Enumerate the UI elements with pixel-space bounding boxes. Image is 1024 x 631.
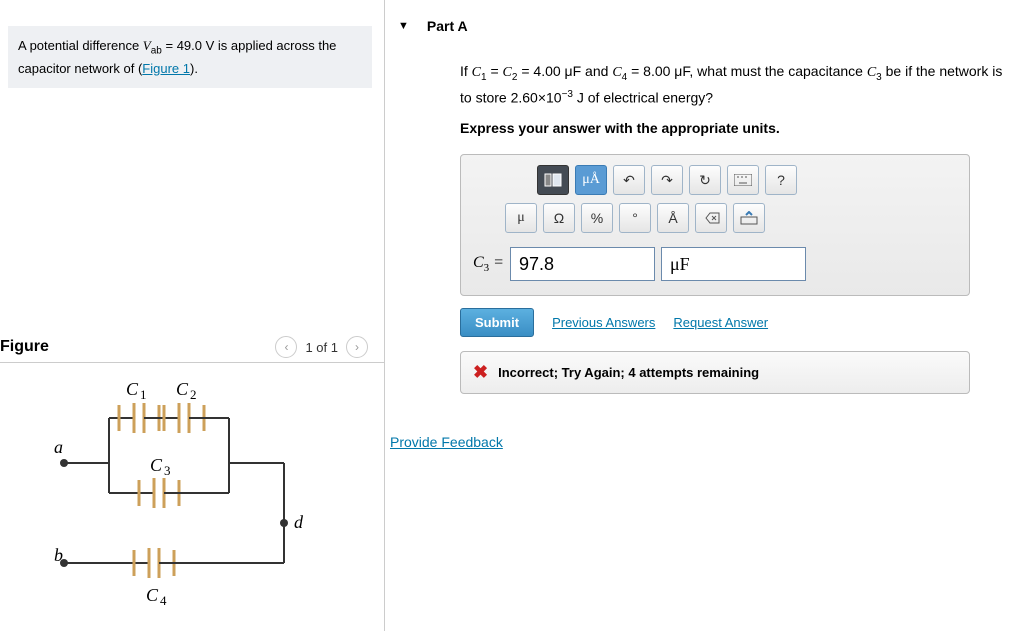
submit-button[interactable]: Submit <box>460 308 534 337</box>
incorrect-x-icon: ✖ <box>473 362 488 383</box>
percent-symbol-button[interactable]: % <box>581 203 613 233</box>
feedback-text: Incorrect; Try Again; 4 attempts remaini… <box>498 365 759 380</box>
backspace-button[interactable] <box>695 203 727 233</box>
reset-button[interactable]: ↻ <box>689 165 721 195</box>
svg-text:3: 3 <box>164 463 171 478</box>
figure-page-count: 1 of 1 <box>305 340 338 355</box>
figure-next-button[interactable]: › <box>346 336 368 358</box>
previous-answers-link[interactable]: Previous Answers <box>552 315 655 330</box>
svg-text:C: C <box>146 585 159 605</box>
svg-text:C: C <box>150 455 163 475</box>
answer-lhs: C3 = <box>473 254 504 274</box>
figure-title: Figure <box>0 338 49 356</box>
template-tool-button[interactable] <box>537 165 569 195</box>
answer-units-input[interactable] <box>661 247 806 281</box>
svg-text:4: 4 <box>160 593 167 608</box>
svg-text:1: 1 <box>140 387 147 402</box>
keyboard-toggle-button[interactable] <box>733 203 765 233</box>
part-label: Part A <box>427 18 468 34</box>
mu-symbol-button[interactable]: μ <box>505 203 537 233</box>
svg-text:d: d <box>294 512 304 532</box>
triangle-down-icon: ▼ <box>398 20 409 32</box>
problem-statement: A potential difference Vab = 49.0 V is a… <box>8 26 372 88</box>
omega-symbol-button[interactable]: Ω <box>543 203 575 233</box>
part-a-header[interactable]: ▼ Part A <box>390 12 1024 40</box>
var-sub: ab <box>151 46 162 57</box>
help-button[interactable]: ? <box>765 165 797 195</box>
degree-symbol-button[interactable]: ° <box>619 203 651 233</box>
circuit-diagram: .w { stroke:#333; stroke-width:2; fill:n… <box>24 383 324 613</box>
feedback-message: ✖ Incorrect; Try Again; 4 attempts remai… <box>460 351 970 394</box>
provide-feedback-link[interactable]: Provide Feedback <box>390 434 503 450</box>
request-answer-link[interactable]: Request Answer <box>673 315 768 330</box>
keyboard-icon <box>734 174 752 186</box>
redo-button[interactable]: ↷ <box>651 165 683 195</box>
units-tool-button[interactable]: μÅ <box>575 165 607 195</box>
var: V <box>143 38 151 53</box>
keyboard-button[interactable] <box>727 165 759 195</box>
question-text: If C1 = C2 = 4.00 μF and C4 = 8.00 μF, w… <box>460 60 1016 110</box>
text: ). <box>190 61 198 76</box>
answer-entry-box: μÅ ↶ ↷ ↻ ? μ Ω % ° Å <box>460 154 970 296</box>
svg-text:b: b <box>54 545 63 565</box>
svg-text:C: C <box>176 383 189 399</box>
svg-text:C: C <box>126 383 139 399</box>
backspace-icon <box>702 212 720 224</box>
figure-link[interactable]: Figure 1 <box>142 61 190 76</box>
answer-value-input[interactable] <box>510 247 655 281</box>
keyboard-up-icon <box>740 211 758 225</box>
svg-text:a: a <box>54 437 63 457</box>
text: A potential difference <box>18 38 143 53</box>
angstrom-symbol-button[interactable]: Å <box>657 203 689 233</box>
svg-text:2: 2 <box>190 387 197 402</box>
answer-instruction: Express your answer with the appropriate… <box>460 120 1016 136</box>
figure-prev-button[interactable]: ‹ <box>275 336 297 358</box>
undo-button[interactable]: ↶ <box>613 165 645 195</box>
